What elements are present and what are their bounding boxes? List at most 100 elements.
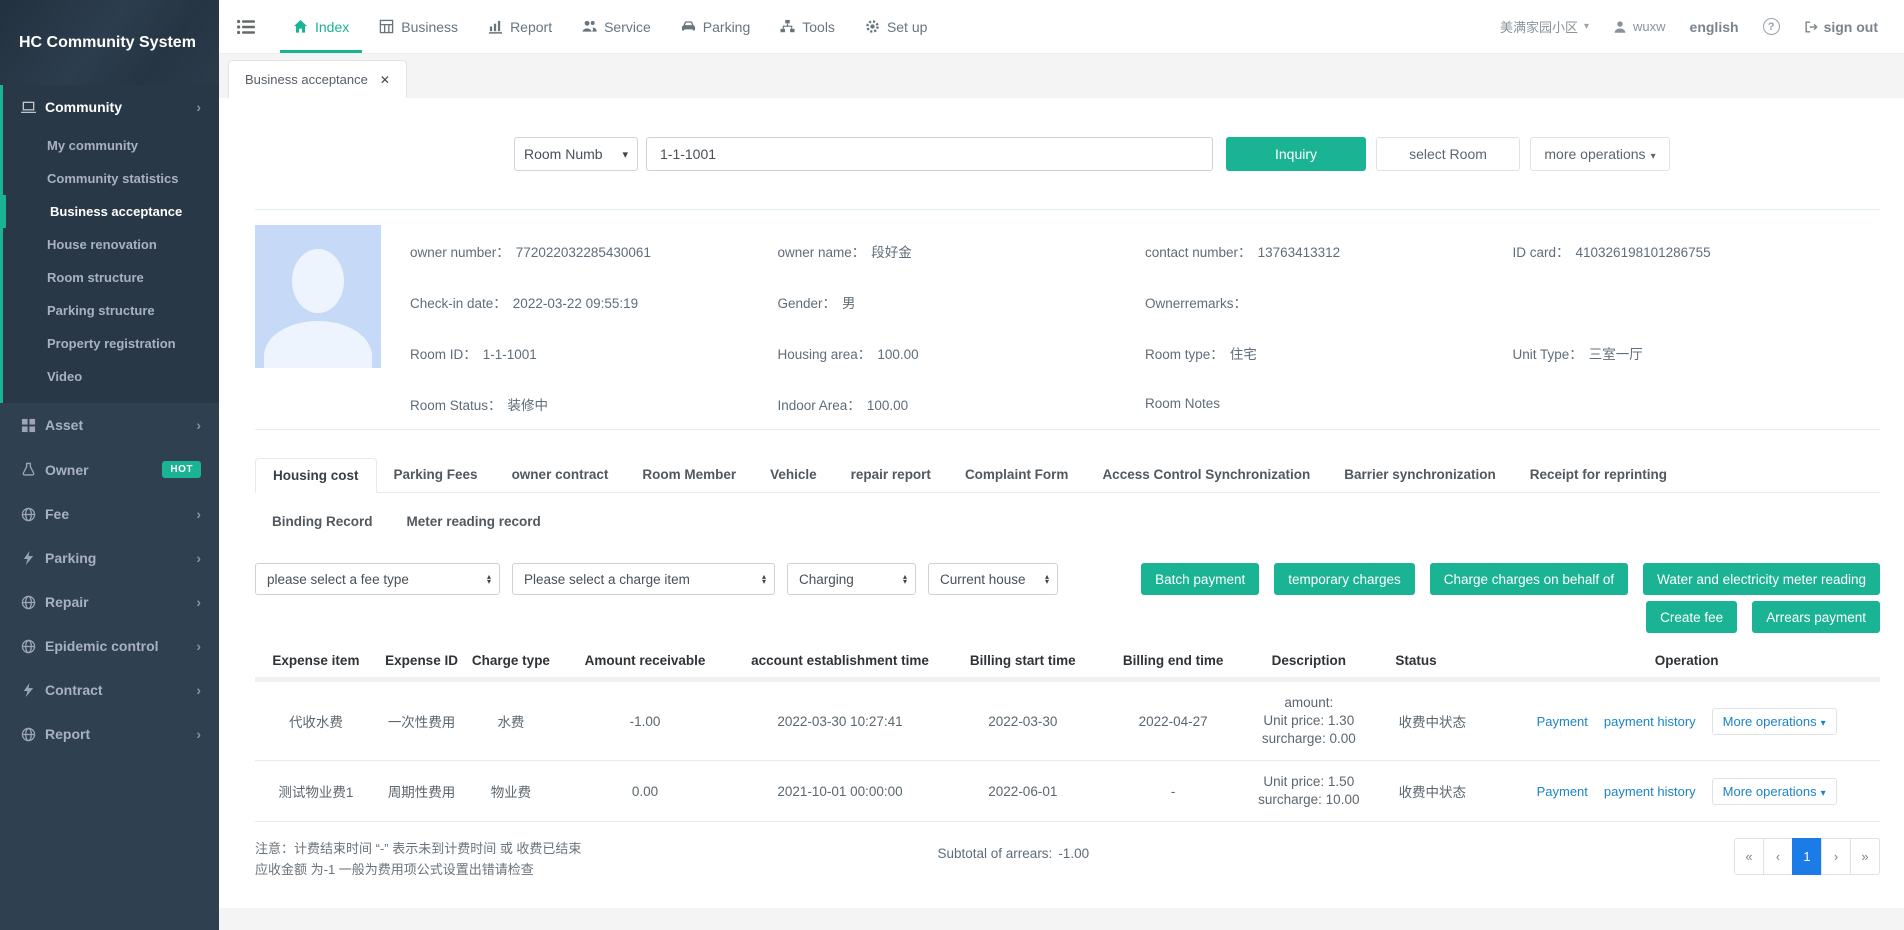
temporary-charges-button[interactable]: temporary charges — [1274, 563, 1415, 595]
sidebar-item-room-structure[interactable]: Room structure — [3, 261, 219, 294]
sidebar-item-parking-structure[interactable]: Parking structure — [3, 294, 219, 327]
field-value: 100.00 — [867, 398, 908, 413]
sidebar-item-property-registration[interactable]: Property registration — [3, 327, 219, 360]
sidebar-item-video[interactable]: Video — [3, 360, 219, 393]
sidebar-group-label: Asset — [45, 417, 83, 433]
house-select[interactable]: Current house ▴▾ — [928, 563, 1058, 595]
col-status: Status — [1371, 643, 1493, 680]
user-menu[interactable]: wuxw — [1613, 19, 1666, 34]
fee-type-select[interactable]: please select a fee type ▴▾ — [255, 563, 500, 595]
help-icon[interactable]: ? — [1763, 18, 1780, 35]
sidebar-group-epidemic-control: Epidemic control › — [0, 624, 219, 668]
note-line: 注意：计费结束时间 “-” 表示未到计费时间 或 收费已结束 — [255, 838, 938, 859]
inquiry-button[interactable]: Inquiry — [1226, 137, 1366, 171]
payment-history-link[interactable]: payment history — [1604, 714, 1696, 729]
main-nav: Index Business Report Service Parking To… — [278, 0, 942, 53]
nav-label: Tools — [802, 19, 835, 35]
nav-item-index[interactable]: Index — [278, 0, 364, 53]
charging-select[interactable]: Charging ▴▾ — [787, 563, 916, 595]
tab-business-acceptance[interactable]: Business acceptance ✕ — [228, 60, 407, 98]
meter-reading-button[interactable]: Water and electricity meter reading — [1643, 563, 1880, 595]
search-input[interactable] — [646, 137, 1213, 171]
sidebar-item-owner[interactable]: Owner HOT — [0, 447, 219, 492]
nav-label: Report — [510, 19, 552, 35]
page-next-button[interactable]: › — [1821, 838, 1851, 875]
bolt-icon — [21, 551, 36, 566]
field-value: 772022032285430061 — [516, 245, 651, 260]
nav-item-business[interactable]: Business — [364, 0, 473, 53]
cell-bill-start: 2022-06-01 — [946, 761, 1100, 822]
sidebar-item-repair[interactable]: Repair › — [0, 580, 219, 624]
page-last-button[interactable]: » — [1850, 838, 1880, 875]
field-label: Room ID： — [410, 347, 477, 362]
tab-barrier-sync[interactable]: Barrier synchronization — [1327, 458, 1513, 492]
sidebar-item-business-acceptance[interactable]: Business acceptance — [3, 195, 219, 228]
field-label: owner number： — [410, 245, 510, 260]
page-first-button[interactable]: « — [1734, 838, 1764, 875]
search-type-select[interactable]: Room Numb ▾ — [514, 137, 638, 171]
payment-link[interactable]: Payment — [1537, 784, 1588, 799]
sidebar-item-community-statistics[interactable]: Community statistics — [3, 162, 219, 195]
nav-item-parking[interactable]: Parking — [666, 0, 765, 53]
nav-item-setup[interactable]: Set up — [850, 0, 942, 53]
more-operations-dropdown[interactable]: more operations▾ — [1530, 137, 1670, 171]
sidebar-item-community[interactable]: Community › — [3, 85, 219, 129]
sidebar-item-my-community[interactable]: My community — [3, 129, 219, 162]
field-value: 装修中 — [508, 398, 549, 413]
menu-toggle-icon[interactable] — [237, 0, 256, 53]
sidebar-item-parking[interactable]: Parking › — [0, 536, 219, 580]
language-toggle[interactable]: english — [1690, 19, 1739, 35]
arrears-payment-button[interactable]: Arrears payment — [1752, 601, 1880, 633]
page-1-button[interactable]: 1 — [1792, 838, 1822, 875]
close-icon[interactable]: ✕ — [380, 73, 390, 87]
field-value: 410326198101286755 — [1576, 245, 1711, 260]
field-label: Room Status： — [410, 398, 502, 413]
charge-item-select[interactable]: Please select a charge item ▴▾ — [512, 563, 775, 595]
nav-item-service[interactable]: Service — [567, 0, 666, 53]
cell-status: 收费中状态 — [1371, 680, 1493, 761]
row-more-operations-dropdown[interactable]: More operations▾ — [1712, 778, 1837, 805]
sidebar-item-contract[interactable]: Contract › — [0, 668, 219, 712]
chevron-right-icon: › — [196, 550, 201, 566]
tab-binding-record[interactable]: Binding Record — [255, 505, 390, 538]
tab-room-member[interactable]: Room Member — [625, 458, 753, 492]
nav-item-tools[interactable]: Tools — [765, 0, 850, 53]
tab-complaint-form[interactable]: Complaint Form — [948, 458, 1086, 492]
cell-operation: Payment payment history More operations▾ — [1493, 761, 1880, 822]
owner-field — [1513, 294, 1881, 309]
tab-receipt-reprinting[interactable]: Receipt for reprinting — [1513, 458, 1684, 492]
sidebar-item-asset[interactable]: Asset › — [0, 403, 219, 447]
batch-payment-button[interactable]: Batch payment — [1141, 563, 1259, 595]
grid-icon — [21, 418, 36, 433]
tab-repair-report[interactable]: repair report — [834, 458, 948, 492]
tab-meter-reading-record[interactable]: Meter reading record — [390, 505, 558, 538]
sidebar-item-fee[interactable]: Fee › — [0, 492, 219, 536]
cell-expense-item: 代收水费 — [255, 680, 377, 761]
payment-link[interactable]: Payment — [1537, 714, 1588, 729]
sign-out-button[interactable]: sign out — [1804, 19, 1878, 35]
charge-item-value: Please select a charge item — [524, 572, 754, 587]
tab-vehicle[interactable]: Vehicle — [753, 458, 834, 492]
charge-on-behalf-button[interactable]: Charge charges on behalf of — [1430, 563, 1628, 595]
sidebar-item-house-renovation[interactable]: House renovation — [3, 228, 219, 261]
page-prev-button[interactable]: ‹ — [1763, 838, 1793, 875]
sidebar-item-report[interactable]: Report › — [0, 712, 219, 756]
create-fee-button[interactable]: Create fee — [1646, 601, 1737, 633]
owner-avatar — [255, 225, 381, 368]
tab-access-control-sync[interactable]: Access Control Synchronization — [1085, 458, 1327, 492]
nav-item-report[interactable]: Report — [473, 0, 567, 53]
app-title: HC Community System — [0, 0, 219, 85]
sidebar-item-epidemic-control[interactable]: Epidemic control › — [0, 624, 219, 668]
chevron-right-icon: › — [196, 638, 201, 654]
chevron-right-icon: › — [196, 682, 201, 698]
select-room-button[interactable]: select Room — [1376, 137, 1520, 171]
tab-housing-cost[interactable]: Housing cost — [255, 458, 377, 493]
payment-history-link[interactable]: payment history — [1604, 784, 1696, 799]
cell-established: 2021-10-01 00:00:00 — [734, 761, 945, 822]
laptop-icon — [21, 100, 36, 115]
tab-owner-contract[interactable]: owner contract — [495, 458, 626, 492]
tab-parking-fees[interactable]: Parking Fees — [377, 458, 495, 492]
nav-label: Parking — [703, 19, 750, 35]
community-selector[interactable]: 美满家园小区 ▾ — [1500, 17, 1589, 36]
row-more-operations-dropdown[interactable]: More operations▾ — [1712, 708, 1837, 735]
